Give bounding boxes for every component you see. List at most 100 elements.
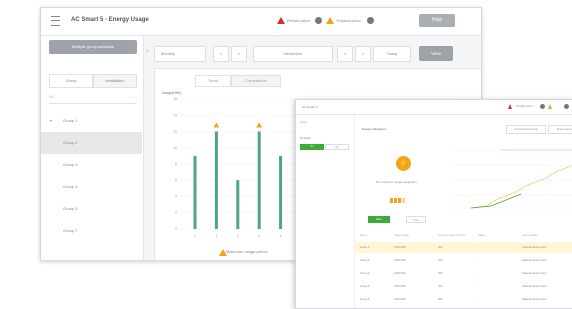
temporal-warning-icon (548, 104, 552, 109)
y-tick-label: 12 (173, 130, 177, 134)
table-cell: 300 (438, 272, 443, 275)
month-value: December (283, 51, 303, 56)
group-label: Group 5 (63, 206, 78, 211)
y-tick-label: 8 (175, 162, 177, 166)
table-cell: Name (360, 234, 367, 237)
group-filter-input[interactable]: All — (49, 94, 137, 104)
peak-demand-button[interactable]: Peak demand setting (506, 125, 546, 134)
table-cell: Peak demand control (522, 246, 547, 249)
periodic-action-label: Periodic action (516, 105, 533, 108)
table-cell: 300 (438, 246, 443, 249)
expand-caret-icon[interactable]: ▾ (50, 110, 52, 132)
period-select[interactable]: Monthly (154, 46, 206, 62)
energy-navigation-window: AC Smart 5 Periodic action Group All Sma… (295, 99, 572, 309)
sidebar-item-group-3[interactable]: Group 3 (41, 154, 142, 176)
tab-group[interactable]: Group (49, 74, 93, 88)
hamburger-menu-icon[interactable] (51, 16, 60, 26)
sidebar-item-group-7[interactable]: Group 7 (41, 220, 142, 242)
sidebar-item-group-4[interactable]: Group 4 (41, 176, 142, 198)
table-cell: Peak demand control (522, 298, 547, 301)
usage-bar (193, 155, 197, 229)
status-text: No control or usage navigation (376, 180, 417, 184)
table-row[interactable]: Group 5 1000 kWh 300 - Peak demand control (354, 294, 572, 305)
usage-bar (214, 131, 218, 229)
sidebar-item-group-5[interactable]: Group 5 (41, 198, 142, 220)
today-button[interactable]: Today (373, 46, 411, 62)
collapse-sidebar-icon[interactable]: « (146, 48, 149, 54)
info-icon[interactable] (540, 104, 545, 109)
month-select[interactable]: December (253, 46, 333, 62)
table-row[interactable]: Group 4 1000 kWh 300 - Peak demand control (354, 281, 572, 292)
sidebar: Multiple group schedule Group Installati… (41, 36, 144, 260)
table-cell: Peak demand control (522, 259, 547, 262)
usage-bar (279, 155, 283, 229)
tab-installation[interactable]: Installation (93, 74, 137, 88)
group-label: Group 1 (63, 118, 78, 123)
off-toggle[interactable]: Off (325, 144, 349, 150)
group-label: Group 2 (63, 140, 78, 145)
periodic-warning-icon (508, 104, 512, 109)
table-cell: 300 (438, 298, 443, 301)
table-cell: 1000 kWh (394, 259, 406, 262)
period-value: Monthly (161, 51, 176, 56)
table-row[interactable]: Group 3 1000 kWh 300 - Peak demand control (354, 268, 572, 279)
on-toggle[interactable]: On (300, 144, 324, 150)
prev-month-button[interactable]: < (337, 46, 353, 62)
y-tick-label: 16 (173, 97, 177, 101)
chevron-down-icon: — (131, 94, 135, 99)
sidebar-item-group-2[interactable]: Group 2 (41, 132, 142, 154)
sidebar-item[interactable]: All Smart (300, 137, 311, 140)
mini-line-chart (451, 149, 572, 209)
temporal-action-label: Temporal action (336, 19, 361, 23)
y-tick-label: 6 (175, 178, 177, 182)
table-cell: 1000 kWh (394, 298, 406, 301)
table-cell: Group 2 (360, 259, 370, 262)
target-setting-button[interactable]: Target setting (548, 125, 572, 134)
table-cell: Group 5 (360, 298, 370, 301)
periodic-info-icon[interactable] (315, 17, 322, 24)
table-cell: - (478, 272, 479, 275)
table-row[interactable]: Group 1 1000 kWh 300 - Peak demand control (354, 242, 572, 253)
usage-bar (257, 131, 261, 229)
table-cell: - (478, 259, 479, 262)
sidebar-heading: Group (300, 121, 308, 124)
level-indicator (390, 190, 406, 208)
table-cell: Status (478, 234, 486, 237)
sidebar-item-group-1[interactable]: ▾ Group 1 (41, 110, 142, 132)
next-month-button[interactable]: > (355, 46, 371, 62)
info-icon[interactable] (564, 104, 569, 109)
group-filter-value: All (49, 94, 54, 99)
close-button[interactable]: Close (406, 216, 426, 223)
y-tick-label: 10 (173, 146, 177, 150)
save-button[interactable]: Save (368, 216, 390, 223)
next-period-button[interactable]: > (231, 46, 247, 62)
x-tick-label: 5 (280, 234, 282, 238)
group-label: Group 7 (63, 228, 78, 233)
x-tick-label: 3 (237, 234, 239, 238)
table-cell: Action details (522, 234, 538, 237)
table-cell: - (478, 285, 479, 288)
multiple-group-schedule-button[interactable]: Multiple group schedule (49, 40, 137, 54)
temporal-info-icon[interactable] (367, 17, 374, 24)
view-button[interactable]: View (419, 46, 453, 61)
periodic-warning-icon (277, 17, 285, 24)
alert-badge-icon: ⚡ (396, 156, 411, 171)
app-title: AC Smart 5 - Energy Usage (71, 17, 149, 23)
table-cell: Peak demand control (522, 272, 547, 275)
table-header-row: Name Target usage Current usage of month St… (354, 230, 572, 241)
page-title: Energy Navigation (362, 127, 387, 131)
prev-period-button[interactable]: < (213, 46, 229, 62)
table-row[interactable]: Group 2 1000 kWh 300 - Peak demand control (354, 255, 572, 266)
y-tick-label: 14 (173, 113, 177, 117)
temporal-warning-icon (326, 17, 334, 24)
table-cell: Group 1 (360, 246, 370, 249)
x-tick-label: 2 (216, 234, 218, 238)
help-button[interactable]: Help (419, 14, 455, 27)
app-header-small: AC Smart 5 Periodic action (296, 100, 572, 115)
table-cell: 1000 kWh (394, 246, 406, 249)
y-tick-label: 0 (175, 227, 177, 231)
max-usage-marker-icon (213, 122, 220, 128)
group-label: Group 4 (63, 184, 78, 189)
group-label: Group 3 (63, 162, 78, 167)
table-cell: Peak demand control (522, 285, 547, 288)
